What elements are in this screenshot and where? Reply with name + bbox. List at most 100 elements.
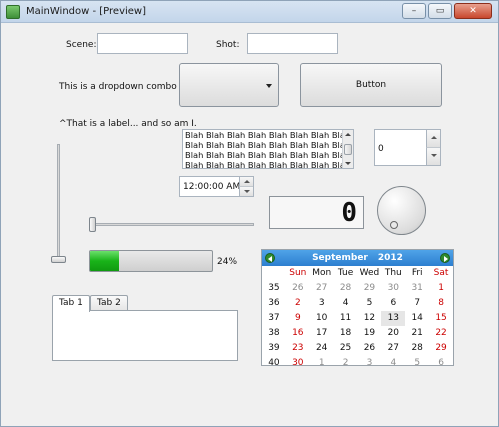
- calendar-day[interactable]: 13: [381, 311, 406, 326]
- calendar-week-number: 39: [268, 343, 280, 353]
- calendar-day[interactable]: 4: [334, 296, 358, 311]
- calendar-day[interactable]: 17: [310, 326, 334, 341]
- calendar-day[interactable]: 23: [286, 341, 310, 356]
- spin-box-value: 0: [378, 144, 384, 154]
- calendar-day[interactable]: 22: [429, 326, 453, 341]
- calendar-week-row: 35 26 27 28 29 30 31 1: [262, 281, 453, 296]
- calendar-day[interactable]: 19: [358, 326, 382, 341]
- calendar-day[interactable]: 8: [429, 296, 453, 311]
- calendar-day[interactable]: 1: [429, 281, 453, 296]
- vertical-slider-track[interactable]: [57, 144, 60, 261]
- spin-down-button[interactable]: [426, 147, 440, 165]
- calendar-day[interactable]: 6: [381, 296, 405, 311]
- combo-label: This is a dropdown combo =>: [59, 82, 195, 92]
- list-scrollbar[interactable]: [342, 130, 353, 168]
- scene-input[interactable]: [97, 33, 188, 54]
- calendar-day[interactable]: 18: [334, 326, 358, 341]
- scroll-thumb[interactable]: [344, 144, 352, 155]
- lcd-value: 0: [341, 198, 357, 228]
- close-button[interactable]: ✕: [454, 3, 492, 19]
- calendar-day[interactable]: 30: [381, 281, 405, 296]
- calendar-day[interactable]: 2: [334, 356, 358, 371]
- calendar-day[interactable]: 20: [381, 326, 405, 341]
- calendar-day[interactable]: 29: [429, 341, 453, 356]
- calendar-day[interactable]: 31: [405, 281, 429, 296]
- calendar-year[interactable]: 2012: [378, 253, 403, 263]
- calendar-day[interactable]: 27: [381, 341, 405, 356]
- dial-indicator: [390, 221, 398, 229]
- progress-bar: [89, 250, 213, 272]
- horizontal-slider-track[interactable]: [91, 223, 254, 226]
- arrow-down-icon: [431, 153, 437, 157]
- calendar-day[interactable]: 28: [334, 281, 358, 296]
- list-item[interactable]: Blah Blah Blah Blah Blah Blah Blah Blah: [183, 140, 353, 150]
- calendar-week-number: 38: [268, 328, 280, 338]
- calendar-weekday: Wed: [359, 268, 380, 278]
- calendar-day[interactable]: 26: [358, 341, 382, 356]
- calendar-day[interactable]: 4: [381, 356, 405, 371]
- calendar-week-number: 40: [268, 358, 280, 368]
- tab-2[interactable]: Tab 2: [90, 295, 128, 311]
- list-item[interactable]: Blah Blah Blah Blah Blah Blah Blah Blah: [183, 130, 353, 140]
- app-icon: [6, 5, 20, 19]
- next-month-icon[interactable]: [440, 253, 450, 263]
- calendar-day[interactable]: 29: [358, 281, 382, 296]
- calendar-day[interactable]: 24: [310, 341, 334, 356]
- calendar-day[interactable]: 27: [310, 281, 334, 296]
- horizontal-slider-handle[interactable]: [89, 217, 96, 232]
- calendar-day[interactable]: 5: [358, 296, 382, 311]
- calendar-week-number: 36: [268, 298, 280, 308]
- calendar-month[interactable]: September: [312, 250, 368, 266]
- calendar-day[interactable]: 3: [358, 356, 382, 371]
- calendar-day[interactable]: 16: [286, 326, 310, 341]
- window-title: MainWindow - [Preview]: [26, 6, 146, 17]
- tab-1[interactable]: Tab 1: [52, 295, 90, 312]
- calendar-day[interactable]: 28: [405, 341, 429, 356]
- calendar-weekday-row: Sun Mon Tue Wed Thu Fri Sat: [262, 266, 453, 281]
- time-edit[interactable]: 12:00:00 AM: [179, 176, 254, 197]
- calendar-day[interactable]: 21: [405, 326, 429, 341]
- calendar-week-row: 40 30 1 2 3 4 5 6: [262, 356, 453, 371]
- calendar-week-number: 37: [268, 313, 280, 323]
- calendar-day[interactable]: 14: [405, 311, 429, 326]
- shot-label: Shot:: [216, 40, 240, 50]
- spin-box[interactable]: 0: [374, 129, 441, 166]
- push-button[interactable]: Button: [300, 63, 442, 107]
- calendar-day[interactable]: 5: [405, 356, 429, 371]
- calendar-day[interactable]: 12: [358, 311, 382, 326]
- calendar-day[interactable]: 9: [286, 311, 310, 326]
- calendar-weekday: Thu: [384, 268, 402, 278]
- calendar-day[interactable]: 10: [310, 311, 334, 326]
- time-up-button[interactable]: [239, 177, 253, 187]
- dropdown-combo[interactable]: [179, 63, 279, 107]
- text-list[interactable]: Blah Blah Blah Blah Blah Blah Blah Blah …: [182, 129, 354, 169]
- calendar-week-row: 38 16 17 18 19 20 21 22: [262, 326, 453, 341]
- calendar-day[interactable]: 15: [429, 311, 453, 326]
- vertical-slider-handle[interactable]: [51, 256, 66, 263]
- calendar-day[interactable]: 2: [286, 296, 310, 311]
- chevron-down-icon: [266, 84, 272, 88]
- time-down-button[interactable]: [239, 186, 253, 196]
- scroll-down-icon[interactable]: [345, 162, 351, 165]
- calendar-week-row: 37 9 10 11 12 13 14 15: [262, 311, 453, 326]
- minimize-button[interactable]: –: [402, 3, 426, 19]
- calendar-day[interactable]: 11: [334, 311, 358, 326]
- list-item[interactable]: Blah Blah Blah Blah Blah Blah Blah Blah: [183, 150, 353, 160]
- list-item[interactable]: Blah Blah Blah Blah Blah Blah Blah Blah: [183, 160, 353, 168]
- calendar-day[interactable]: 7: [405, 296, 429, 311]
- prev-month-icon[interactable]: [265, 253, 275, 263]
- spin-up-button[interactable]: [426, 130, 440, 148]
- shot-input[interactable]: [247, 33, 338, 54]
- calendar-day[interactable]: 30: [286, 356, 310, 371]
- calendar-corner: [262, 266, 286, 281]
- calendar-day[interactable]: 6: [429, 356, 453, 371]
- calendar-day[interactable]: 25: [334, 341, 358, 356]
- title-bar[interactable]: MainWindow - [Preview] – ▭ ✕: [1, 1, 498, 23]
- scroll-up-icon[interactable]: [345, 133, 351, 136]
- dial[interactable]: [377, 186, 426, 235]
- maximize-button[interactable]: ▭: [428, 3, 452, 19]
- calendar-day[interactable]: 1: [310, 356, 334, 371]
- calendar-day[interactable]: 26: [286, 281, 310, 296]
- calendar-week-number: 35: [268, 283, 280, 293]
- calendar-day[interactable]: 3: [310, 296, 334, 311]
